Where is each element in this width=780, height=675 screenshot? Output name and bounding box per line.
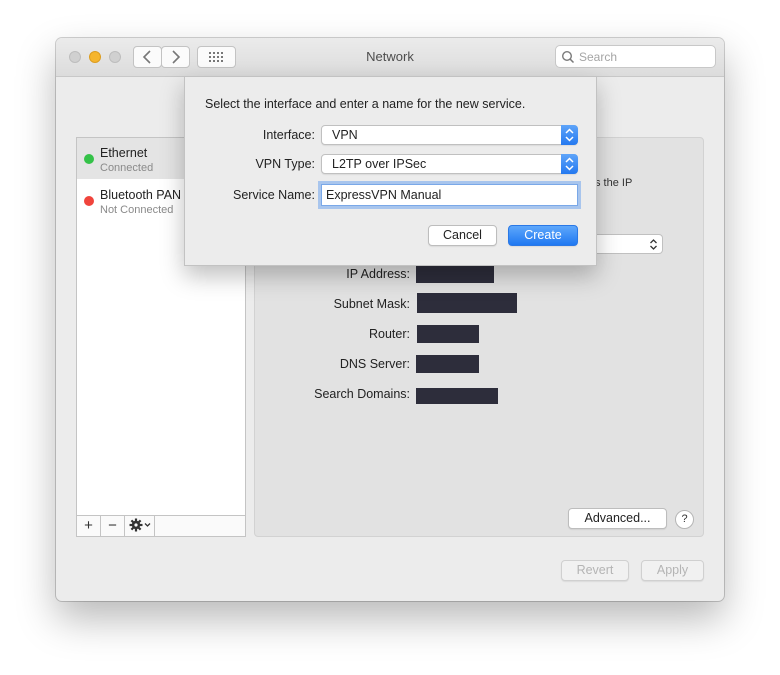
service-name: Ethernet — [100, 146, 148, 160]
service-name-label: Service Name: — [233, 188, 315, 202]
interface-popup-arrow — [561, 125, 578, 145]
chevron-updown-icon — [565, 128, 574, 142]
search-domains-value-redacted — [416, 388, 498, 404]
title-bar: Network Search — [56, 38, 724, 77]
vpn-type-popup-arrow — [561, 154, 578, 174]
service-name: Bluetooth PAN — [100, 188, 182, 202]
gear-icon — [129, 518, 150, 532]
interface-label: Interface: — [262, 128, 315, 142]
service-actions-menu[interactable] — [125, 516, 155, 536]
remove-service-button[interactable]: − — [101, 516, 125, 536]
status-description: s the IP — [595, 177, 633, 189]
service-list-toolbar: + − — [77, 515, 245, 536]
add-service-button[interactable]: + — [77, 516, 101, 536]
ip-address-value-redacted — [416, 265, 494, 283]
create-button[interactable]: Create — [508, 225, 578, 246]
dns-server-value-redacted — [416, 355, 479, 373]
status-dot-connected — [84, 154, 94, 164]
vpn-type-value: L2TP over IPSec — [332, 157, 427, 171]
service-name-field[interactable]: ExpressVPN Manual — [321, 184, 578, 206]
router-label: Router: — [369, 327, 410, 341]
subnet-mask-value-redacted — [417, 293, 517, 313]
new-service-sheet: Select the interface and enter a name fo… — [184, 76, 597, 266]
cancel-button[interactable]: Cancel — [428, 225, 497, 246]
subnet-mask-label: Subnet Mask: — [333, 297, 410, 311]
service-status: Connected — [100, 162, 154, 174]
vpn-type-label: VPN Type: — [255, 157, 315, 171]
chevron-updown-icon — [565, 157, 574, 171]
search-field[interactable]: Search — [555, 45, 716, 68]
service-status: Not Connected — [100, 204, 174, 216]
apply-button[interactable]: Apply — [641, 560, 704, 581]
status-dot-not-connected — [84, 196, 94, 206]
vpn-type-popup[interactable]: L2TP over IPSec — [321, 154, 578, 174]
search-domains-label: Search Domains: — [314, 387, 410, 401]
revert-button[interactable]: Revert — [561, 560, 629, 581]
search-icon — [561, 50, 575, 64]
advanced-button[interactable]: Advanced... — [568, 508, 667, 529]
ip-address-label: IP Address: — [346, 267, 410, 281]
search-placeholder: Search — [579, 50, 618, 64]
service-name-value: ExpressVPN Manual — [326, 188, 442, 202]
interface-value: VPN — [332, 128, 358, 142]
help-button[interactable]: ? — [675, 510, 694, 529]
dns-server-label: DNS Server: — [339, 357, 410, 371]
chevron-updown-icon — [650, 239, 657, 250]
router-value-redacted — [417, 325, 479, 343]
interface-popup[interactable]: VPN — [321, 125, 578, 145]
sheet-prompt: Select the interface and enter a name fo… — [205, 97, 526, 111]
